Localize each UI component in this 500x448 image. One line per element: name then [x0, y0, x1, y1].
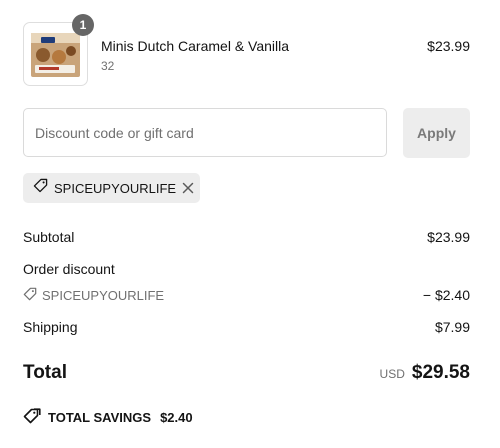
- discount-code-input[interactable]: [23, 108, 387, 157]
- order-discount-code: SPICEUPYOURLIFE: [42, 288, 165, 303]
- total-currency: USD: [379, 367, 405, 381]
- close-icon: [182, 182, 194, 194]
- product-image: [31, 33, 80, 77]
- subtotal-value: $23.99: [427, 229, 470, 245]
- remove-discount-button[interactable]: [182, 181, 194, 195]
- total-label: Total: [23, 362, 67, 383]
- order-discount-value: − $2.40: [422, 287, 470, 303]
- total-value: $29.58: [411, 362, 470, 383]
- subtotal-label: Subtotal: [23, 229, 75, 245]
- shipping-label: Shipping: [23, 319, 78, 335]
- total-savings: TOTAL SAVINGS $2.40: [23, 408, 193, 427]
- tag-icon: [33, 178, 48, 198]
- quantity-badge: 1: [72, 14, 94, 36]
- applied-discount-chip: SPICEUPYOURLIFE: [23, 173, 200, 203]
- savings-value: $2.40: [160, 410, 193, 425]
- apply-button[interactable]: Apply: [403, 108, 470, 158]
- product-name: Minis Dutch Caramel & Vanilla: [101, 38, 290, 54]
- product-price: $23.99: [427, 38, 470, 54]
- shipping-value: $7.99: [434, 319, 470, 335]
- total-amount: USD $29.58: [380, 362, 470, 384]
- savings-label: TOTAL SAVINGS: [48, 410, 152, 425]
- order-discount-code-line: SPICEUPYOURLIFE: [23, 287, 164, 304]
- savings-tag-icon: [23, 408, 41, 427]
- tag-icon: [23, 287, 37, 304]
- order-discount-label: Order discount: [23, 261, 115, 277]
- product-variant: 32: [101, 59, 115, 73]
- applied-code-label: SPICEUPYOURLIFE: [54, 180, 177, 196]
